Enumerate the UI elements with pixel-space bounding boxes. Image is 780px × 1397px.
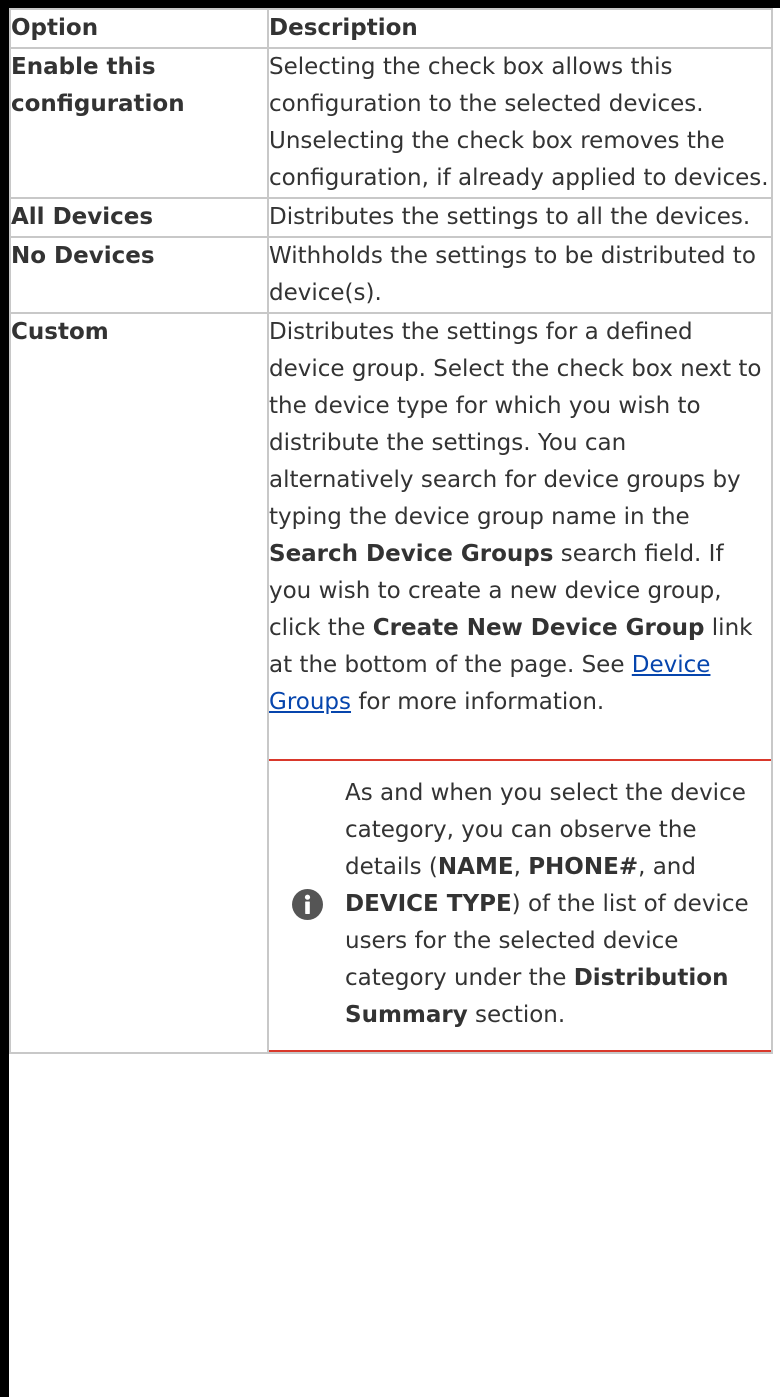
- option-enable-config: Enable this configuration: [9, 47, 269, 199]
- window-frame-top: [0, 0, 780, 8]
- table-row: Enable this configuration Selecting the …: [9, 47, 773, 199]
- note-text-5: section.: [467, 1002, 566, 1028]
- description-enable-config: Selecting the check box allows this conf…: [267, 47, 773, 199]
- header-option: Option: [9, 8, 269, 49]
- window-frame-left: [0, 0, 9, 1397]
- note-name-label: NAME: [437, 854, 514, 880]
- note-device-type-label: DEVICE TYPE: [345, 891, 512, 917]
- search-device-groups-label: Search Device Groups: [269, 541, 554, 567]
- custom-text-1: Distributes the settings for a defined d…: [269, 319, 762, 530]
- option-custom: Custom: [9, 312, 269, 1054]
- options-table: Option Description Enable this configura…: [9, 8, 773, 1054]
- option-all-devices: All Devices: [9, 197, 269, 238]
- table-row: All Devices Distributes the settings to …: [9, 197, 773, 238]
- note-text: As and when you select the device catego…: [345, 775, 771, 1034]
- table-header-row: Option Description: [9, 8, 773, 49]
- note-phone-label: PHONE#: [528, 854, 639, 880]
- note-text-3: , and: [638, 854, 696, 880]
- note-box: As and when you select the device catego…: [269, 759, 771, 1052]
- table-row: No Devices Withholds the settings to be …: [9, 236, 773, 314]
- option-no-devices: No Devices: [9, 236, 269, 314]
- description-no-devices: Withholds the settings to be distributed…: [267, 236, 773, 314]
- info-icon: [291, 889, 323, 920]
- note-icon-container: [269, 889, 345, 920]
- create-new-device-group-label: Create New Device Group: [372, 615, 705, 641]
- custom-text-4: for more information.: [351, 689, 605, 715]
- header-description: Description: [267, 8, 773, 49]
- description-custom: Distributes the settings for a defined d…: [267, 312, 773, 1054]
- description-all-devices: Distributes the settings to all the devi…: [267, 197, 773, 238]
- note-text-2: ,: [513, 854, 529, 880]
- table-row: Custom Distributes the settings for a de…: [9, 312, 773, 1054]
- custom-description-text: Distributes the settings for a defined d…: [269, 314, 771, 721]
